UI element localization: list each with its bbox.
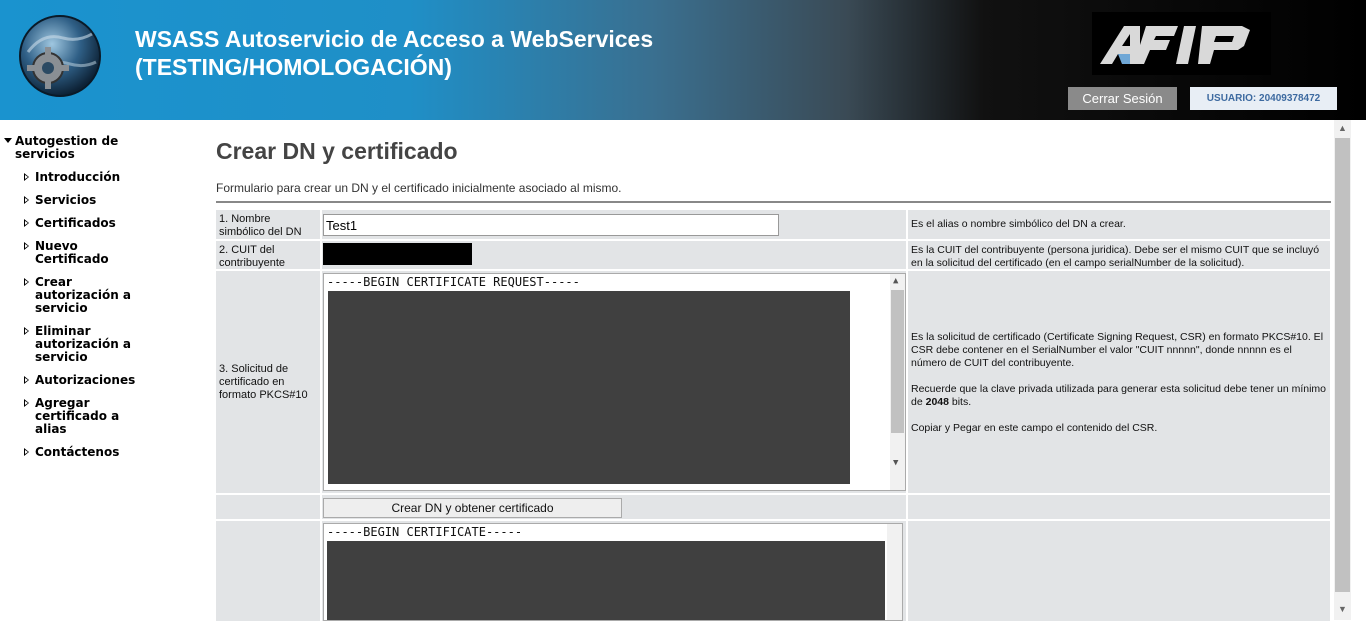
page-header: WSASS Autoservicio de Acceso a WebServic… [0, 0, 1366, 120]
row-empty-help-cert [908, 521, 1330, 621]
page-scroll-thumb[interactable] [1335, 138, 1350, 592]
create-dn-button[interactable]: Crear DN y obtener certificado [323, 498, 622, 518]
row-label-cuit: 2. CUIT del contribuyente [216, 241, 320, 269]
page-description: Formulario para crear un DN y el certifi… [216, 181, 622, 195]
chevron-right-icon [24, 327, 29, 335]
sidebar-item-crear-autorizacion[interactable]: Crear autorización a servicio [24, 276, 135, 315]
csr-textarea[interactable]: -----BEGIN CERTIFICATE REQUEST----- ▲ ▼ [323, 273, 906, 491]
sidebar-item-agregar-certificado[interactable]: Agregar certificado a alias [24, 397, 125, 436]
chevron-down-icon [4, 138, 12, 143]
app-subtitle: (TESTING/HOMOLOGACIÓN) [135, 54, 452, 80]
row-help-csr: Es la solicitud de certificado (Certific… [908, 271, 1330, 493]
sidebar-nav: Autogestion de servicios Introducción Se… [0, 120, 200, 632]
certificate-textarea[interactable]: -----BEGIN CERTIFICATE----- [323, 523, 903, 621]
page-scroll-down-icon[interactable]: ▼ [1338, 604, 1347, 614]
chevron-right-icon [24, 242, 29, 250]
sidebar-item-nuevo-certificado[interactable]: Nuevo Certificado [24, 240, 115, 266]
row-label-nombre: 1. Nombre simbólico del DN [216, 210, 320, 239]
globe-gear-logo-icon [19, 15, 101, 97]
sidebar-item-certificados[interactable]: Certificados [24, 217, 145, 230]
chevron-right-icon [24, 219, 29, 227]
chevron-right-icon [24, 399, 29, 407]
sidebar-item-introduccion[interactable]: Introducción [24, 171, 145, 184]
scroll-up-icon[interactable]: ▲ [893, 276, 898, 286]
row-help-nombre: Es el alias o nombre simbólico del DN a … [908, 210, 1330, 239]
sidebar-item-servicios[interactable]: Servicios [24, 194, 145, 207]
sidebar-item-autorizaciones[interactable]: Autorizaciones [24, 374, 145, 387]
certificate-scrollbar[interactable] [887, 524, 902, 620]
chevron-right-icon [24, 376, 29, 384]
row-empty-help [908, 495, 1330, 519]
sidebar-item-contactenos[interactable]: Contáctenos [24, 446, 145, 459]
row-help-cuit: Es la CUIT del contribuyente (persona ju… [908, 241, 1330, 269]
cuit-value-redacted [323, 243, 472, 265]
logout-button[interactable]: Cerrar Sesión [1068, 87, 1177, 110]
scroll-down-icon[interactable]: ▼ [893, 458, 898, 468]
page-title: Crear DN y certificado [216, 138, 458, 164]
certificate-content-redacted [327, 541, 885, 620]
chevron-right-icon [24, 173, 29, 181]
page-scroll-up-icon[interactable]: ▲ [1338, 123, 1347, 133]
app-title: WSASS Autoservicio de Acceso a WebServic… [135, 26, 654, 52]
user-badge: USUARIO: 20409378472 [1190, 87, 1337, 110]
chevron-right-icon [24, 448, 29, 456]
csr-scroll-thumb[interactable] [891, 290, 904, 433]
chevron-right-icon [24, 196, 29, 204]
row-label-csr: 3. Solicitud de certificado en formato P… [216, 271, 320, 493]
afip-logo [1092, 12, 1271, 75]
row-empty-label-cert [216, 521, 320, 621]
dn-name-input[interactable] [323, 214, 779, 236]
afip-logo-icon [1100, 26, 1250, 64]
sidebar-item-eliminar-autorizacion[interactable]: Eliminar autorización a servicio [24, 325, 135, 364]
chevron-right-icon [24, 278, 29, 286]
sidebar-heading[interactable]: Autogestion de servicios [4, 135, 124, 161]
divider [216, 201, 1331, 203]
csr-content-redacted [328, 291, 850, 484]
row-empty-label [216, 495, 320, 519]
page-scrollbar[interactable]: ▲ ▼ [1334, 120, 1351, 620]
